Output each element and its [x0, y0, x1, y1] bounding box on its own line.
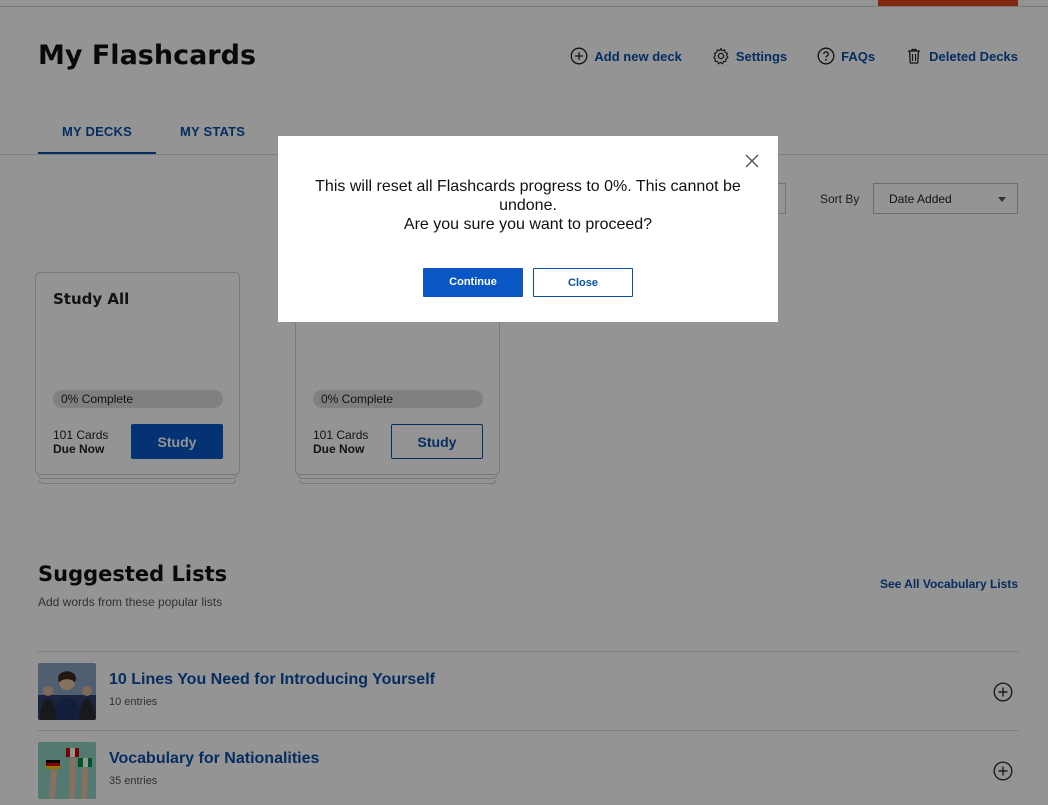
reset-confirmation-dialog: This will reset all Flashcards progress …	[278, 136, 778, 322]
close-button[interactable]: Close	[533, 268, 633, 297]
modal-backdrop[interactable]	[0, 0, 1048, 805]
continue-button[interactable]: Continue	[423, 268, 523, 297]
close-icon[interactable]	[744, 153, 760, 169]
dialog-message-line1: This will reset all Flashcards progress …	[315, 178, 741, 214]
dialog-message-line2: Are you sure you want to proceed?	[403, 216, 653, 233]
dialog-message: This will reset all Flashcards progress …	[298, 177, 758, 234]
